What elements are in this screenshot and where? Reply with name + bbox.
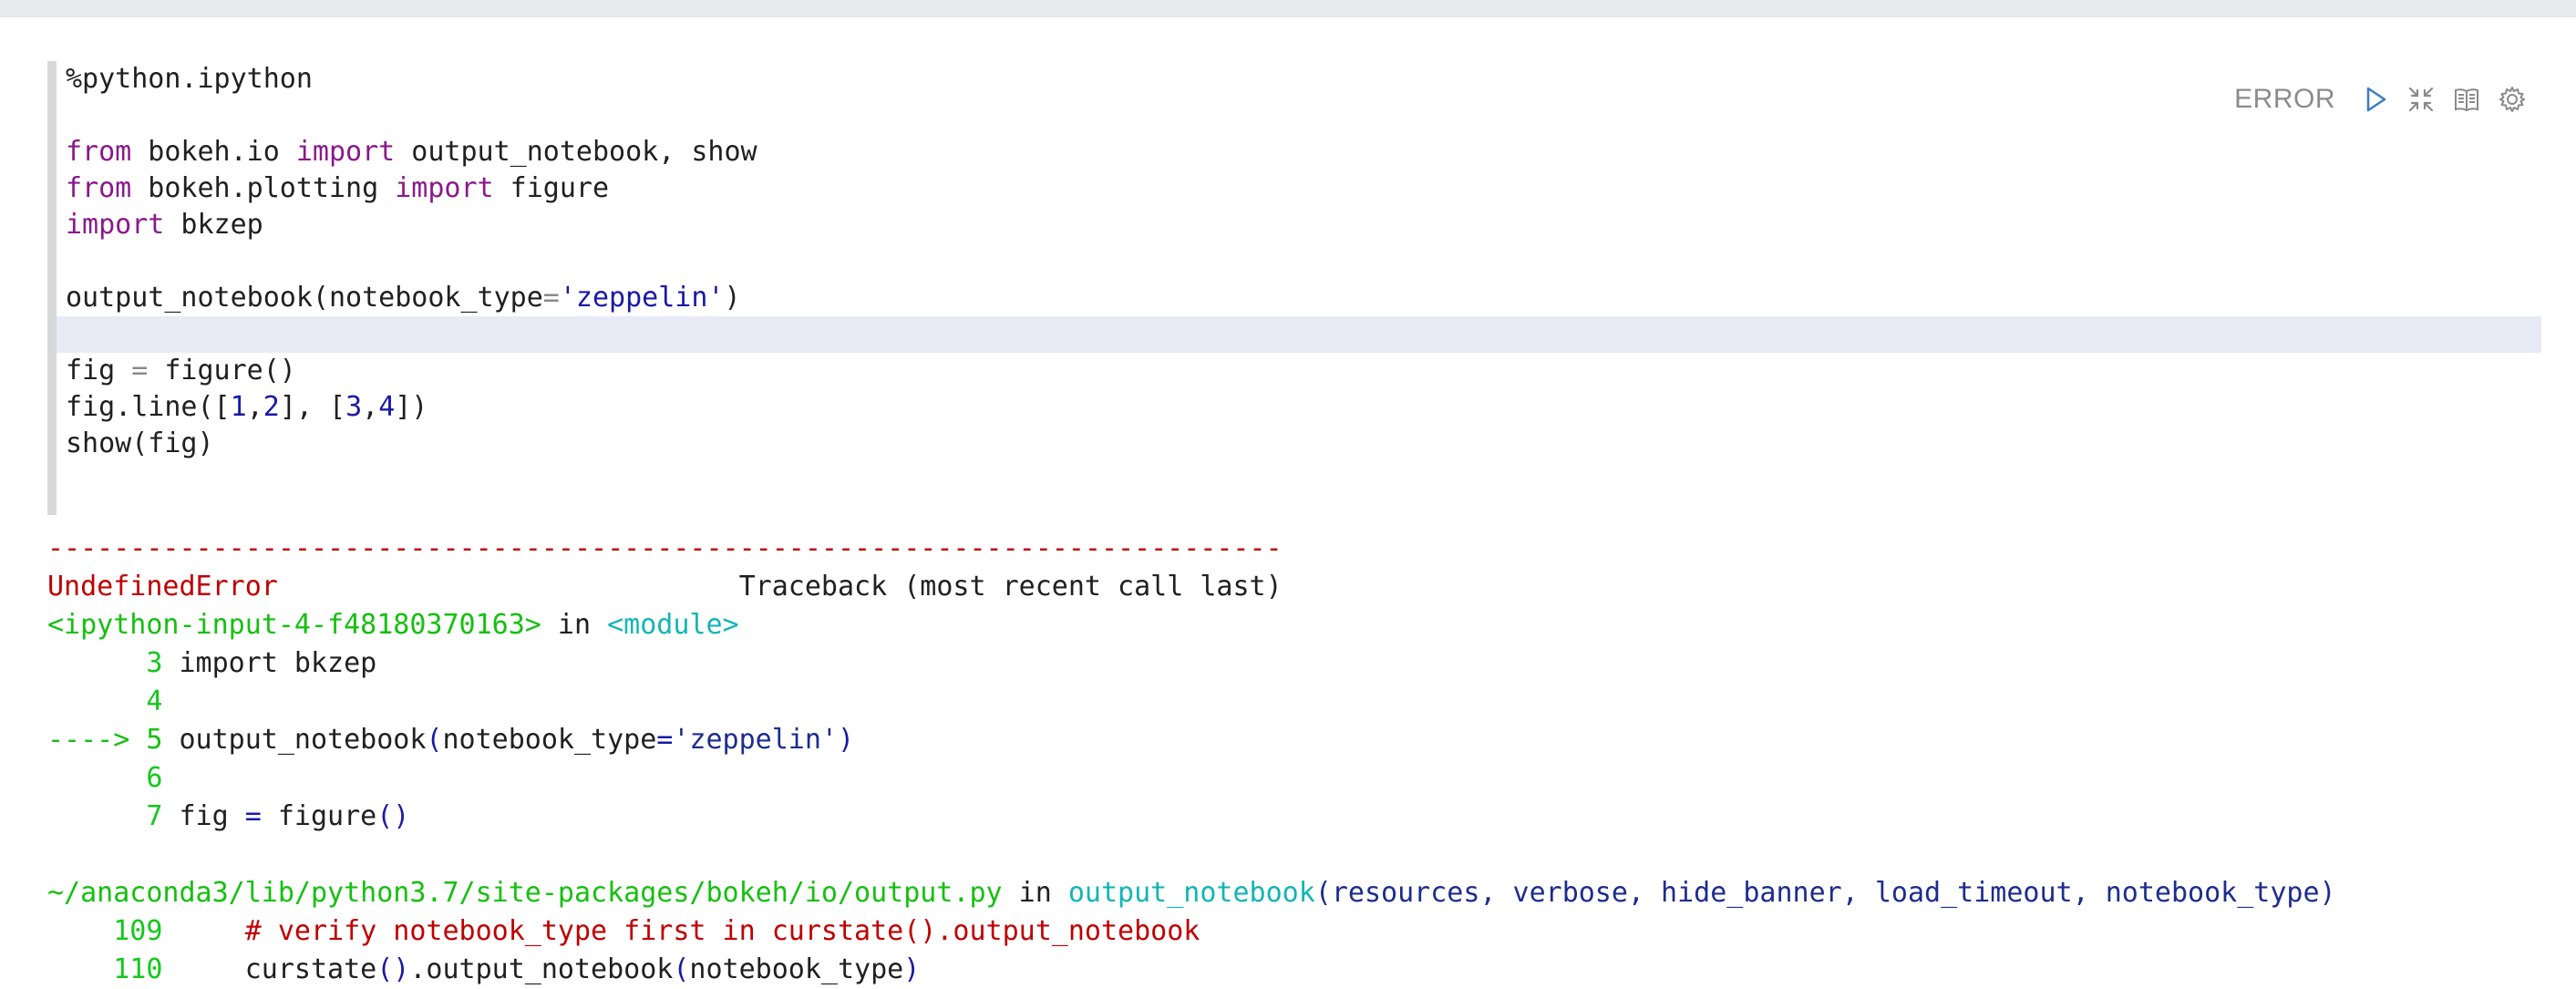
code-token: 2 — [263, 391, 280, 423]
top-strip — [0, 0, 2576, 17]
code-token: = — [542, 282, 560, 314]
traceback-token: = — [656, 724, 674, 756]
traceback-token: () — [376, 953, 410, 985]
traceback-token: UndefinedError — [47, 571, 278, 603]
code-token: 3 — [345, 391, 363, 423]
traceback-token: curstate — [162, 953, 377, 985]
code-line[interactable]: fig.line([1,2], [3,4]) — [57, 389, 2541, 426]
code-line[interactable] — [57, 316, 2541, 353]
traceback-token: import bkzep — [162, 647, 377, 679]
code-line[interactable]: from bokeh.plotting import figure — [57, 170, 2541, 207]
traceback-token: 109 — [47, 915, 163, 947]
code-line[interactable]: output_notebook(notebook_type='zeppelin'… — [57, 280, 2541, 316]
book-icon[interactable] — [2450, 83, 2483, 116]
traceback-token: <module> — [607, 609, 739, 641]
code-token: , — [246, 391, 263, 423]
traceback-token: 'zeppelin' — [673, 724, 838, 756]
notebook-paragraph: %python.ipython from bokeh.io import outp… — [0, 16, 2576, 989]
traceback-token: 3 — [47, 647, 163, 679]
code-token: = — [131, 355, 149, 386]
code-token: bokeh.plotting — [131, 172, 396, 204]
code-token: fig — [66, 355, 132, 386]
traceback-token: = — [244, 800, 262, 832]
traceback-token: <ipython-input-4-f48180370163> — [47, 609, 541, 641]
traceback-token: ----------------------------------------… — [47, 532, 1283, 564]
traceback-line: 6 — [47, 759, 2545, 798]
code-line[interactable]: import bkzep — [57, 207, 2541, 243]
traceback-token: in — [1002, 877, 1068, 909]
code-line[interactable]: show(fig) — [57, 426, 2541, 462]
traceback-token: 4 — [47, 685, 163, 717]
traceback-token: (resources, verbose, hide_banner, load_t… — [1314, 877, 2336, 909]
code-token: import — [395, 172, 494, 204]
code-token: output_notebook(notebook_type — [66, 282, 543, 314]
traceback-token: ----> 5 — [47, 724, 163, 756]
code-token: show(fig) — [66, 428, 214, 459]
code-token: , — [362, 391, 379, 423]
traceback-line — [47, 836, 2545, 874]
traceback-token: figure — [261, 800, 377, 832]
code-token: figure — [493, 172, 610, 204]
code-token: import — [66, 209, 165, 241]
traceback-token: ( — [673, 953, 690, 985]
traceback-token: ~/anaconda3/lib/python3.7/site-packages/… — [47, 877, 1003, 909]
traceback-line: 7 fig = figure() — [47, 798, 2545, 836]
code-line[interactable] — [57, 98, 2541, 134]
code-line[interactable]: from bokeh.io import output_notebook, sh… — [57, 134, 2541, 170]
code-line[interactable] — [57, 462, 2541, 499]
traceback-token: output_notebook — [1067, 877, 1315, 909]
code-token: 1 — [230, 391, 247, 423]
traceback-line: 4 — [47, 683, 2545, 721]
traceback-token: ) — [837, 724, 855, 756]
paragraph-status: ERROR — [2234, 84, 2335, 114]
traceback-token: ( — [426, 724, 443, 756]
code-token: %python.ipython — [66, 63, 313, 95]
code-token: ], [ — [279, 391, 346, 423]
traceback-line: ----------------------------------------… — [47, 530, 2545, 568]
traceback-line: UndefinedError Traceback (most recent ca… — [47, 568, 2545, 606]
traceback-token: () — [376, 800, 410, 832]
traceback-line: ----> 5 output_notebook(notebook_type='z… — [47, 721, 2545, 759]
code-token: bkzep — [164, 209, 263, 241]
traceback-line: <ipython-input-4-f48180370163> in <modul… — [47, 606, 2545, 644]
code-token: 4 — [378, 391, 396, 423]
code-token: figure() — [148, 355, 296, 386]
code-line[interactable]: %python.ipython — [57, 61, 2541, 98]
traceback-line: ~/anaconda3/lib/python3.7/site-packages/… — [47, 874, 2545, 912]
traceback-token: 6 — [47, 762, 163, 794]
traceback-line: 109 # verify notebook_type first in curs… — [47, 912, 2545, 951]
code-editor[interactable]: %python.ipython from bokeh.io import outp… — [47, 61, 2541, 515]
traceback-token: output_notebook — [162, 724, 427, 756]
code-line[interactable]: fig = figure() — [57, 353, 2541, 389]
traceback-token: notebook_type — [689, 953, 904, 985]
collapse-icon[interactable] — [2405, 83, 2437, 116]
traceback-token: .output_notebook — [409, 953, 674, 985]
traceback-token: 7 — [47, 800, 163, 832]
traceback-token: Traceback (most recent call last) — [277, 571, 1283, 603]
code-token: bokeh.io — [131, 136, 296, 168]
code-line[interactable] — [57, 243, 2541, 280]
traceback-token: # verify notebook_type first in curstate… — [162, 915, 1200, 947]
traceback-token: 110 — [47, 953, 163, 985]
traceback-token: fig — [162, 800, 245, 832]
code-token: from — [66, 136, 132, 168]
code-token: output_notebook, show — [395, 136, 757, 168]
traceback-token: ) — [903, 953, 921, 985]
settings-icon[interactable] — [2496, 83, 2529, 116]
code-token: ) — [724, 282, 741, 314]
code-token: ]) — [395, 391, 428, 423]
code-token: 'zeppelin' — [559, 282, 725, 314]
traceback-token: notebook_type — [442, 724, 657, 756]
paragraph-toolbar: ERROR — [2234, 81, 2529, 118]
paragraph-output: ----------------------------------------… — [47, 530, 2545, 989]
run-icon[interactable] — [2359, 83, 2392, 116]
traceback-line: 3 import bkzep — [47, 644, 2545, 683]
traceback-token: in — [541, 609, 608, 641]
code-token: import — [295, 136, 396, 168]
code-token: fig.line([ — [66, 391, 231, 423]
code-token: from — [66, 172, 132, 204]
traceback-line: 110 curstate().output_notebook(notebook_… — [47, 951, 2545, 989]
